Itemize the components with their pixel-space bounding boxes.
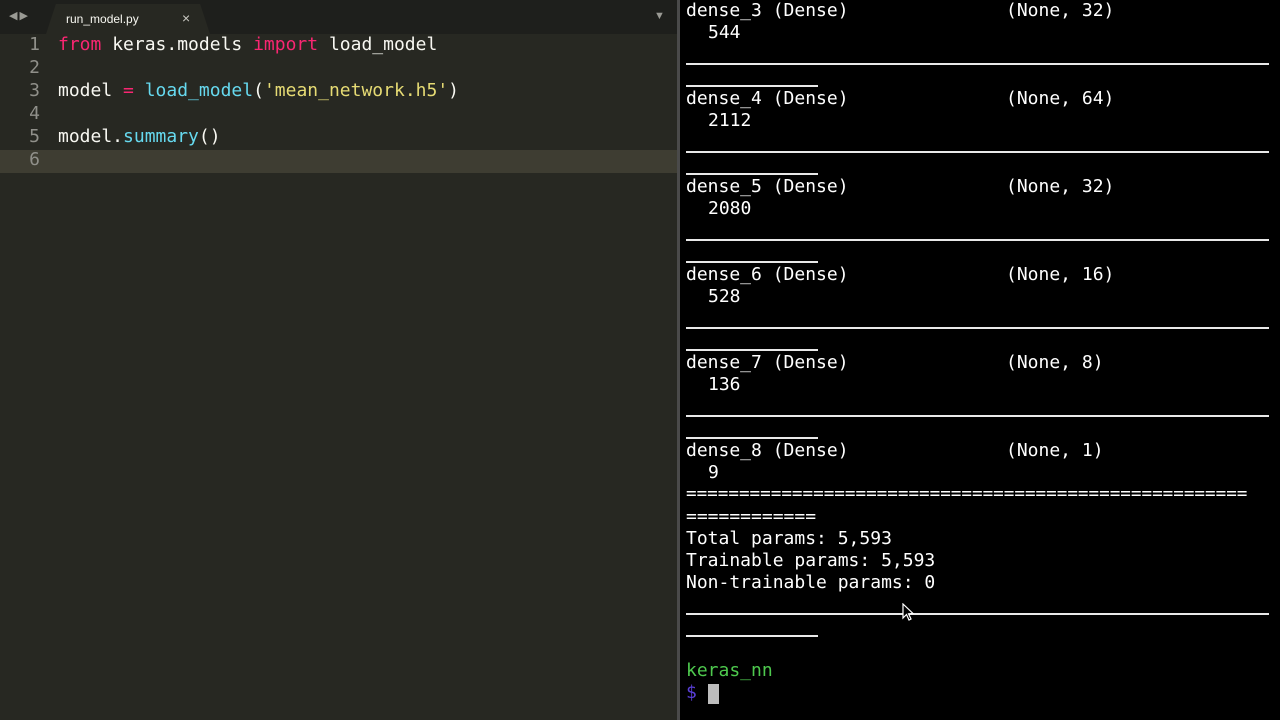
rule-line [686,173,818,175]
rule-line [686,437,818,439]
string-literal: 'mean_network.h5' [263,80,449,101]
rule-line [686,239,1269,241]
current-line-highlight [0,150,677,173]
line-number: 1 [29,34,40,55]
history-nav: ◀▶ [9,9,30,22]
prompt-directory: keras_nn [686,660,773,681]
layer-shape: (None, 16) [1006,264,1115,285]
function-call: load_model [133,80,254,101]
rule-line [686,349,818,351]
paren: () [198,126,221,147]
layer-shape: (None, 32) [1006,176,1115,197]
layer-params: 136 [708,374,741,395]
layer-name: dense_7 (Dense) [686,352,849,373]
trainable-params: Trainable params: 5,593 [686,550,936,571]
layer-shape: (None, 1) [1006,440,1104,461]
module-name: keras.models [101,34,254,55]
rule-line [686,327,1269,329]
double-rule: ============ [686,506,817,527]
layer-name: dense_8 (Dense) [686,440,849,461]
tab-run-model[interactable]: run_model.py × [46,4,210,34]
line-number: 2 [29,57,40,78]
layer-params: 2112 [708,110,752,131]
layer-name: dense_6 (Dense) [686,264,849,285]
keyword: import [253,34,319,55]
prompt-symbol: $ [686,682,697,703]
code-editor[interactable]: ◀▶ run_model.py × ▼ 1 2 3 4 5 6 from ker… [0,0,677,720]
paren: ) [448,80,460,101]
code-line-5[interactable]: model.summary() [58,126,221,147]
total-params: Total params: 5,593 [686,528,892,549]
rule-line [686,613,1269,615]
layer-params: 9 [708,462,719,483]
tab-bar: ◀▶ run_model.py × ▼ [0,0,677,34]
layer-shape: (None, 64) [1006,88,1115,109]
object: model. [58,126,124,147]
terminal-cursor[interactable] [708,684,719,704]
layer-params: 528 [708,286,741,307]
keyword: from [58,34,102,55]
paren: ( [253,80,264,101]
rule-line [686,63,1269,65]
line-number: 3 [29,80,40,101]
line-number: 6 [29,149,40,170]
chevron-down-icon[interactable]: ▼ [654,10,665,22]
layer-shape: (None, 8) [1006,352,1104,373]
code-line-1[interactable]: from keras.models import load_model [58,34,437,55]
layer-params: 2080 [708,198,752,219]
rule-line [686,151,1269,153]
layer-name: dense_5 (Dense) [686,176,849,197]
code-line-3[interactable]: model = load_model('mean_network.h5') [58,80,459,101]
back-arrow-icon[interactable]: ◀ [9,10,19,22]
layer-params: 544 [708,22,741,43]
operator: = [123,80,134,101]
mouse-pointer-icon [902,603,914,621]
method-call: summary [123,126,199,147]
tab-label: run_model.py [66,12,139,26]
terminal-pane[interactable]: dense_3 (Dense) (None, 32) 544 dense_4 (… [680,0,1280,720]
rule-line [686,85,818,87]
forward-arrow-icon[interactable]: ▶ [19,10,29,22]
variable: model [58,80,124,101]
layer-name: dense_4 (Dense) [686,88,849,109]
line-number: 5 [29,126,40,147]
rule-line [686,415,1269,417]
layer-shape: (None, 32) [1006,0,1115,21]
rule-line [686,635,818,637]
double-rule: ========================================… [686,484,1248,504]
line-number: 4 [29,103,40,124]
close-icon[interactable]: × [182,10,190,26]
non-trainable-params: Non-trainable params: 0 [686,572,936,593]
rule-line [686,261,818,263]
layer-name: dense_3 (Dense) [686,0,849,21]
import-name: load_model [318,34,438,55]
